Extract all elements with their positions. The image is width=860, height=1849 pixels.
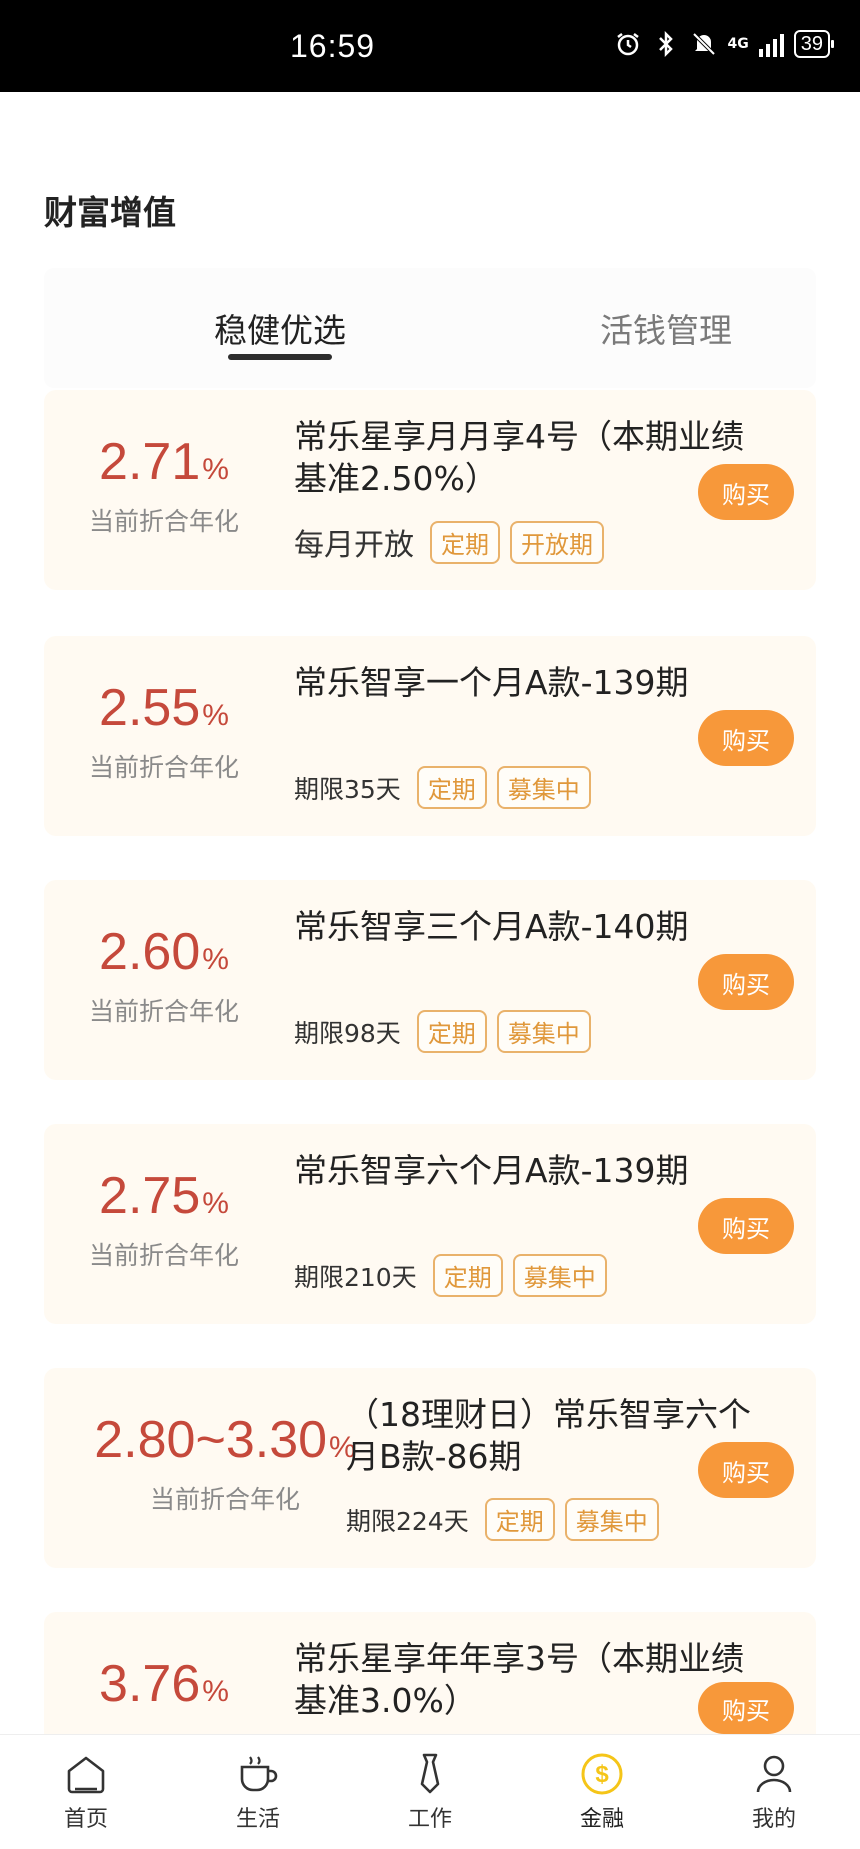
product-tag: 定期	[432, 1254, 503, 1297]
rate-value: 2.55	[99, 679, 201, 737]
battery-level: 39	[800, 32, 823, 55]
bluetooth-icon	[652, 30, 680, 58]
product-term: 期限35天	[294, 774, 401, 804]
product-meta: 期限224天 定期 募集中	[346, 1498, 659, 1541]
product-term: 期限98天	[294, 1018, 401, 1048]
product-term: 期限210天	[294, 1262, 417, 1292]
product-tag: 募集中	[512, 1254, 607, 1297]
buy-button[interactable]: 购买	[698, 1198, 794, 1254]
product-tag: 定期	[430, 520, 500, 564]
nav-label: 我的	[751, 1807, 796, 1832]
nav-mine[interactable]: 我的	[714, 1749, 834, 1833]
rate-value: 2.60	[99, 923, 201, 981]
signal-icon	[758, 31, 784, 57]
active-tab-indicator	[228, 354, 332, 360]
rate-value: 2.71	[99, 433, 201, 491]
rate-value: 2.75	[99, 1167, 201, 1225]
annual-rate: 2.75%	[44, 1166, 284, 1226]
buy-button[interactable]: 购买	[698, 710, 794, 766]
tab-steady-selection[interactable]: 稳健优选	[150, 304, 410, 352]
buy-button[interactable]: 购买	[698, 1682, 794, 1734]
product-meta: 每月开放 定期 开放期	[294, 520, 604, 564]
product-term: 每月开放	[294, 528, 414, 563]
product-name: 常乐星享年年享3号（本期业绩基准3.0%）	[294, 1639, 744, 1720]
product-meta: 期限35天 定期 募集中	[294, 766, 591, 809]
product-name: 常乐智享一个月A款-139期	[294, 663, 689, 702]
product-meta: 期限210天 定期 募集中	[294, 1254, 607, 1297]
coffee-cup-icon	[240, 1756, 278, 1792]
rate-label: 当前折合年化	[88, 507, 239, 536]
section-title: 财富增值	[44, 193, 176, 232]
product-name: 常乐星享月月享4号（本期业绩基准2.50%）	[294, 417, 744, 498]
nav-finance[interactable]: $ 金融	[542, 1749, 662, 1833]
rate-label: 当前折合年化	[88, 997, 239, 1026]
nav-label: 工作	[407, 1807, 452, 1832]
product-term: 期限224天	[346, 1506, 469, 1536]
rate-value: 2.80~3.30	[94, 1411, 328, 1469]
battery-icon: 39	[793, 30, 835, 58]
rate-percent: %	[202, 1187, 229, 1220]
dollar-coin-icon: $	[581, 1753, 623, 1795]
network-type: 4G	[727, 36, 749, 52]
buy-button[interactable]: 购买	[698, 954, 794, 1010]
product-tabs: 稳健优选 活钱管理	[44, 268, 816, 388]
alarm-icon	[614, 30, 642, 58]
product-tag: 募集中	[496, 1010, 591, 1053]
rate-percent: %	[202, 943, 229, 976]
tie-icon	[420, 1753, 440, 1794]
nav-life[interactable]: 生活	[198, 1749, 318, 1833]
annual-rate: 2.71%	[44, 432, 284, 492]
status-icons: 4G 39	[614, 30, 835, 58]
rate-value: 3.76	[99, 1655, 201, 1713]
product-tag: 募集中	[496, 766, 591, 809]
rate-label: 当前折合年化	[88, 1241, 239, 1270]
product-card[interactable]: 2.60% 当前折合年化 常乐智享三个月A款-140期 期限98天 定期 募集中…	[44, 880, 816, 1080]
annual-rate: 2.60%	[44, 922, 284, 982]
annual-rate: 2.80~3.30%	[60, 1410, 390, 1470]
home-icon	[67, 1756, 105, 1794]
product-meta: 期限98天 定期 募集中	[294, 1010, 591, 1053]
product-tag: 定期	[416, 1010, 487, 1053]
bottom-nav: 首页 生活 工作 $ 金融 我的	[0, 1734, 860, 1849]
product-tag: 定期	[484, 1498, 555, 1541]
rate-label: 当前折合年化	[88, 753, 239, 782]
product-card[interactable]: 3.76% 常乐星享年年享3号（本期业绩基准3.0%） 购买	[44, 1612, 816, 1734]
buy-button[interactable]: 购买	[698, 464, 794, 520]
product-card[interactable]: 2.80~3.30% 当前折合年化 （18理财日）常乐智享六个月B款-86期 期…	[44, 1368, 816, 1568]
nav-label: 金融	[579, 1807, 624, 1832]
product-card[interactable]: 2.71% 当前折合年化 常乐星享月月享4号（本期业绩基准2.50%） 每月开放…	[44, 390, 816, 590]
rate-percent: %	[202, 453, 229, 486]
product-tag: 定期	[416, 766, 487, 809]
product-card[interactable]: 2.55% 当前折合年化 常乐智享一个月A款-139期 期限35天 定期 募集中…	[44, 636, 816, 836]
rate-label: 当前折合年化	[149, 1485, 300, 1514]
svg-text:$: $	[595, 1761, 609, 1788]
annual-rate: 2.55%	[44, 678, 284, 738]
nav-label: 首页	[63, 1807, 108, 1832]
nav-home[interactable]: 首页	[26, 1749, 146, 1833]
product-card[interactable]: 2.75% 当前折合年化 常乐智享六个月A款-139期 期限210天 定期 募集…	[44, 1124, 816, 1324]
rate-percent: %	[202, 699, 229, 732]
product-tag: 募集中	[564, 1498, 659, 1541]
nav-work[interactable]: 工作	[370, 1749, 490, 1833]
tab-flexible-money[interactable]: 活钱管理	[536, 304, 796, 352]
product-name: 常乐智享三个月A款-140期	[294, 907, 689, 946]
annual-rate: 3.76%	[44, 1654, 284, 1714]
user-icon	[756, 1755, 792, 1793]
buy-button[interactable]: 购买	[698, 1442, 794, 1498]
mute-icon	[690, 30, 718, 58]
status-bar: 16:59 4G 39	[0, 0, 860, 92]
product-name: 常乐智享六个月A款-139期	[294, 1151, 689, 1190]
nav-label: 生活	[235, 1807, 280, 1832]
rate-percent: %	[202, 1675, 229, 1708]
product-tag: 开放期	[510, 520, 604, 564]
status-time: 16:59	[290, 28, 376, 64]
